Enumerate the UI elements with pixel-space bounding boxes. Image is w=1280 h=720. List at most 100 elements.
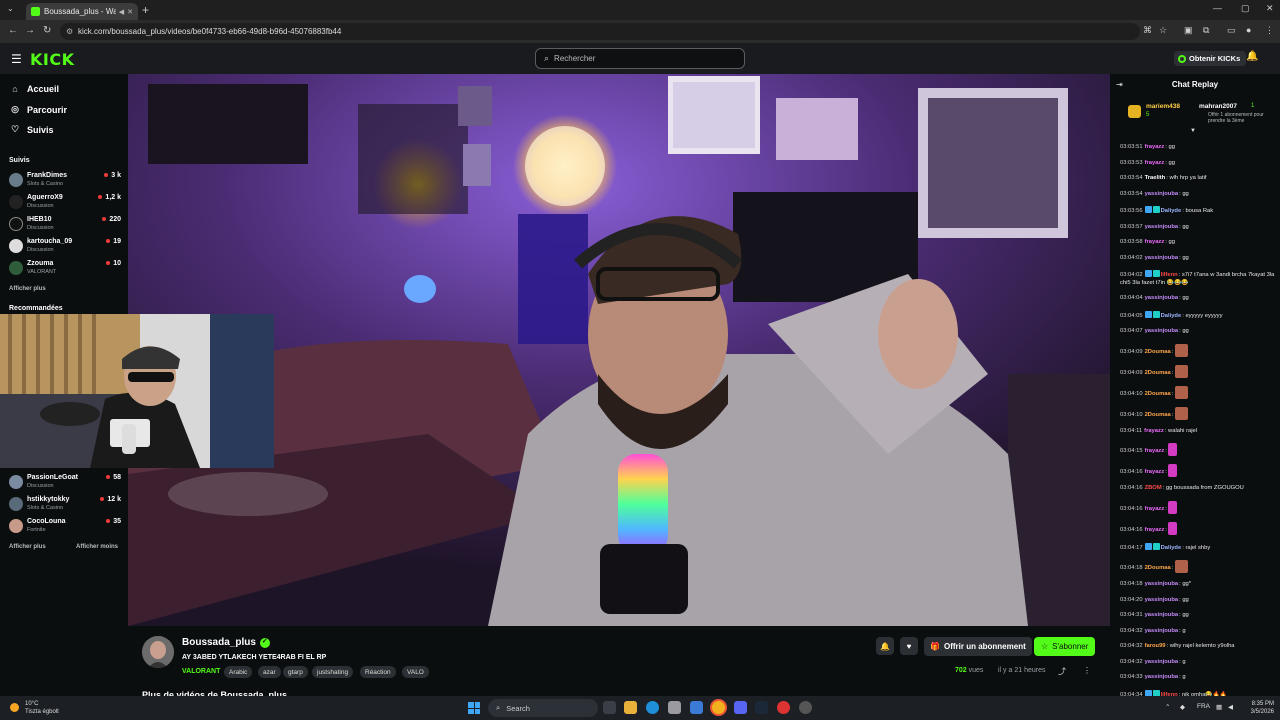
input-language[interactable]: FRA (1197, 703, 1210, 710)
message-username[interactable]: yassinjouba (1145, 328, 1179, 334)
hamburger-menu-icon[interactable]: ☰ (11, 52, 22, 66)
share-icon[interactable]: ⤴ (1058, 666, 1066, 677)
recommended-channel[interactable]: hstikkytokky Slots & Casino 12 k (9, 495, 121, 515)
message-username[interactable]: 2Doumaa (1145, 370, 1171, 376)
notification-bell-button[interactable]: 🔔 (876, 637, 894, 655)
message-username[interactable]: frayazz (1145, 469, 1165, 475)
message-username[interactable]: yassinjouba (1145, 191, 1179, 197)
tab-search-icon[interactable]: ⌄ (7, 4, 14, 13)
subscribe-button[interactable]: ☆ S'abonner (1034, 637, 1096, 656)
show-more-followed[interactable]: Afficher plus (9, 286, 46, 292)
message-username[interactable]: yassinjouba (1145, 581, 1179, 587)
tray-overflow-icon[interactable]: ⌃ (1165, 703, 1170, 711)
message-username[interactable]: frayazz (1145, 506, 1165, 512)
message-username[interactable]: Daliyde (1161, 313, 1182, 319)
nav-home[interactable]: ⌂ Accueil (9, 84, 59, 94)
expand-leaderboard-icon[interactable]: ▼ (1190, 128, 1196, 134)
message-username[interactable]: frayazz (1144, 428, 1164, 434)
network-icon[interactable]: ▦ (1216, 703, 1222, 711)
site-info-icon[interactable]: ⚙ (66, 27, 73, 36)
followed-channel[interactable]: AguerroX9 Discussion 1,2 k (9, 193, 121, 213)
message-username[interactable]: yassinjouba (1145, 659, 1179, 665)
taskbar-search[interactable]: ⌕ Search (488, 699, 598, 717)
message-username[interactable]: Traelith (1145, 175, 1166, 181)
browser-tab[interactable]: Boussada_plus - Watch the ◀ ✕ (26, 3, 138, 20)
store-icon[interactable] (668, 701, 681, 714)
nav-browse[interactable]: ◎ Parcourir (9, 104, 67, 115)
message-username[interactable]: yassinjouba (1145, 295, 1179, 301)
tag-chip[interactable]: azar (258, 666, 281, 678)
minimize-icon[interactable]: — (1213, 3, 1222, 13)
tag-chip[interactable]: justshating (312, 666, 354, 678)
channel-name[interactable]: Boussada_plus (182, 637, 256, 648)
message-username[interactable]: frayazz (1145, 144, 1165, 150)
message-username[interactable]: farou99 (1145, 643, 1166, 649)
message-username[interactable]: 2Doumaa (1145, 349, 1171, 355)
followed-channel[interactable]: Zzouma VALORANT 10 (9, 259, 121, 279)
maximize-icon[interactable]: ▢ (1241, 3, 1250, 14)
profile-avatar-icon[interactable]: ● (1246, 25, 1251, 35)
category-link[interactable]: VALORANT (182, 668, 220, 675)
recommended-channel[interactable]: PassionLeGoat Discussion 58 (9, 473, 121, 493)
reload-icon[interactable]: ↻ (43, 25, 51, 36)
more-options-icon[interactable]: ⋮ (1083, 666, 1091, 675)
message-username[interactable]: 2Doumaa (1145, 412, 1171, 418)
new-tab-button[interactable]: + (142, 3, 149, 17)
followed-channel[interactable]: IHEB10 Discussion 220 (9, 215, 121, 235)
audio-icon[interactable]: ◀ (119, 8, 124, 16)
url-bar[interactable]: ⚙ kick.com/boussada_plus/videos/be0f4733… (60, 23, 1140, 40)
nav-following[interactable]: ♡ Suivis (9, 124, 54, 135)
back-icon[interactable]: ← (8, 25, 18, 36)
extension-icon[interactable]: ▣ (1184, 25, 1193, 36)
message-username[interactable]: yassinjouba (1145, 224, 1179, 230)
follow-heart-button[interactable]: ♥ (900, 637, 918, 655)
chrome-icon[interactable] (712, 701, 725, 714)
channel-avatar[interactable] (142, 636, 174, 668)
message-username[interactable]: frayazz (1145, 239, 1165, 245)
message-username[interactable]: yassinjouba (1145, 674, 1179, 680)
discord-icon[interactable] (734, 701, 747, 714)
windows-start-icon[interactable] (468, 702, 480, 714)
channel-name-row[interactable]: Boussada_plus (182, 637, 270, 648)
tag-chip[interactable]: VALO (402, 666, 429, 678)
second-gifter-name[interactable]: mahran2007 (1199, 103, 1237, 110)
top-gifter-name[interactable]: mariem438 (1146, 103, 1180, 110)
message-username[interactable]: 2Doumaa (1145, 391, 1171, 397)
notification-icon[interactable]: 🔔 (1246, 51, 1258, 62)
forward-icon[interactable]: → (25, 25, 35, 36)
browser-menu-icon[interactable]: ⋮ (1265, 25, 1274, 36)
tag-chip[interactable]: gtarp (283, 666, 308, 678)
followed-channel[interactable]: FrankDimes Slots & Casino 3 k (9, 171, 121, 191)
show-less-recommended[interactable]: Afficher moins (76, 544, 118, 550)
search-input[interactable]: ⌕ Rechercher (535, 48, 745, 69)
tag-chip[interactable]: Réaction (360, 666, 396, 678)
message-username[interactable]: Daliyde (1161, 545, 1182, 551)
recommended-channel[interactable]: CocoLouna Fortnite 35 (9, 517, 121, 537)
edge-icon[interactable] (646, 701, 659, 714)
translate-icon[interactable]: ⌘ (1143, 25, 1152, 36)
volume-icon[interactable]: ◀ (1228, 703, 1233, 711)
task-view-icon[interactable] (603, 701, 616, 714)
steam-icon[interactable] (755, 701, 768, 714)
message-username[interactable]: yassinjouba (1145, 255, 1179, 261)
close-icon[interactable]: ✕ (127, 8, 133, 16)
message-username[interactable]: 2Doumaa (1145, 565, 1171, 571)
tag-chip[interactable]: Arabic (224, 666, 253, 678)
message-username[interactable]: lilfenn (1161, 272, 1178, 278)
kick-logo[interactable]: KICK (30, 50, 75, 69)
weather-widget[interactable]: 10°C Tiszta égbolt (10, 700, 59, 716)
system-clock[interactable]: 8:35 PM 3/5/2026 (1240, 700, 1274, 716)
message-username[interactable]: frayazz (1145, 448, 1165, 454)
message-username[interactable]: frayazz (1145, 160, 1165, 166)
message-username[interactable]: yassinjouba (1145, 612, 1179, 618)
message-username[interactable]: yassinjouba (1145, 597, 1179, 603)
get-kicks-button[interactable]: Obtenir KICKs (1174, 51, 1247, 66)
sidebar-icon[interactable]: ▭ (1227, 25, 1236, 36)
message-username[interactable]: yassinjouba (1145, 628, 1179, 634)
mail-icon[interactable] (690, 701, 703, 714)
window-close-icon[interactable]: ✕ (1266, 3, 1274, 14)
file-explorer-icon[interactable] (624, 701, 637, 714)
message-username[interactable]: frayazz (1145, 527, 1165, 533)
show-more-recommended[interactable]: Afficher plus (9, 544, 46, 550)
video-player[interactable] (128, 74, 1110, 626)
